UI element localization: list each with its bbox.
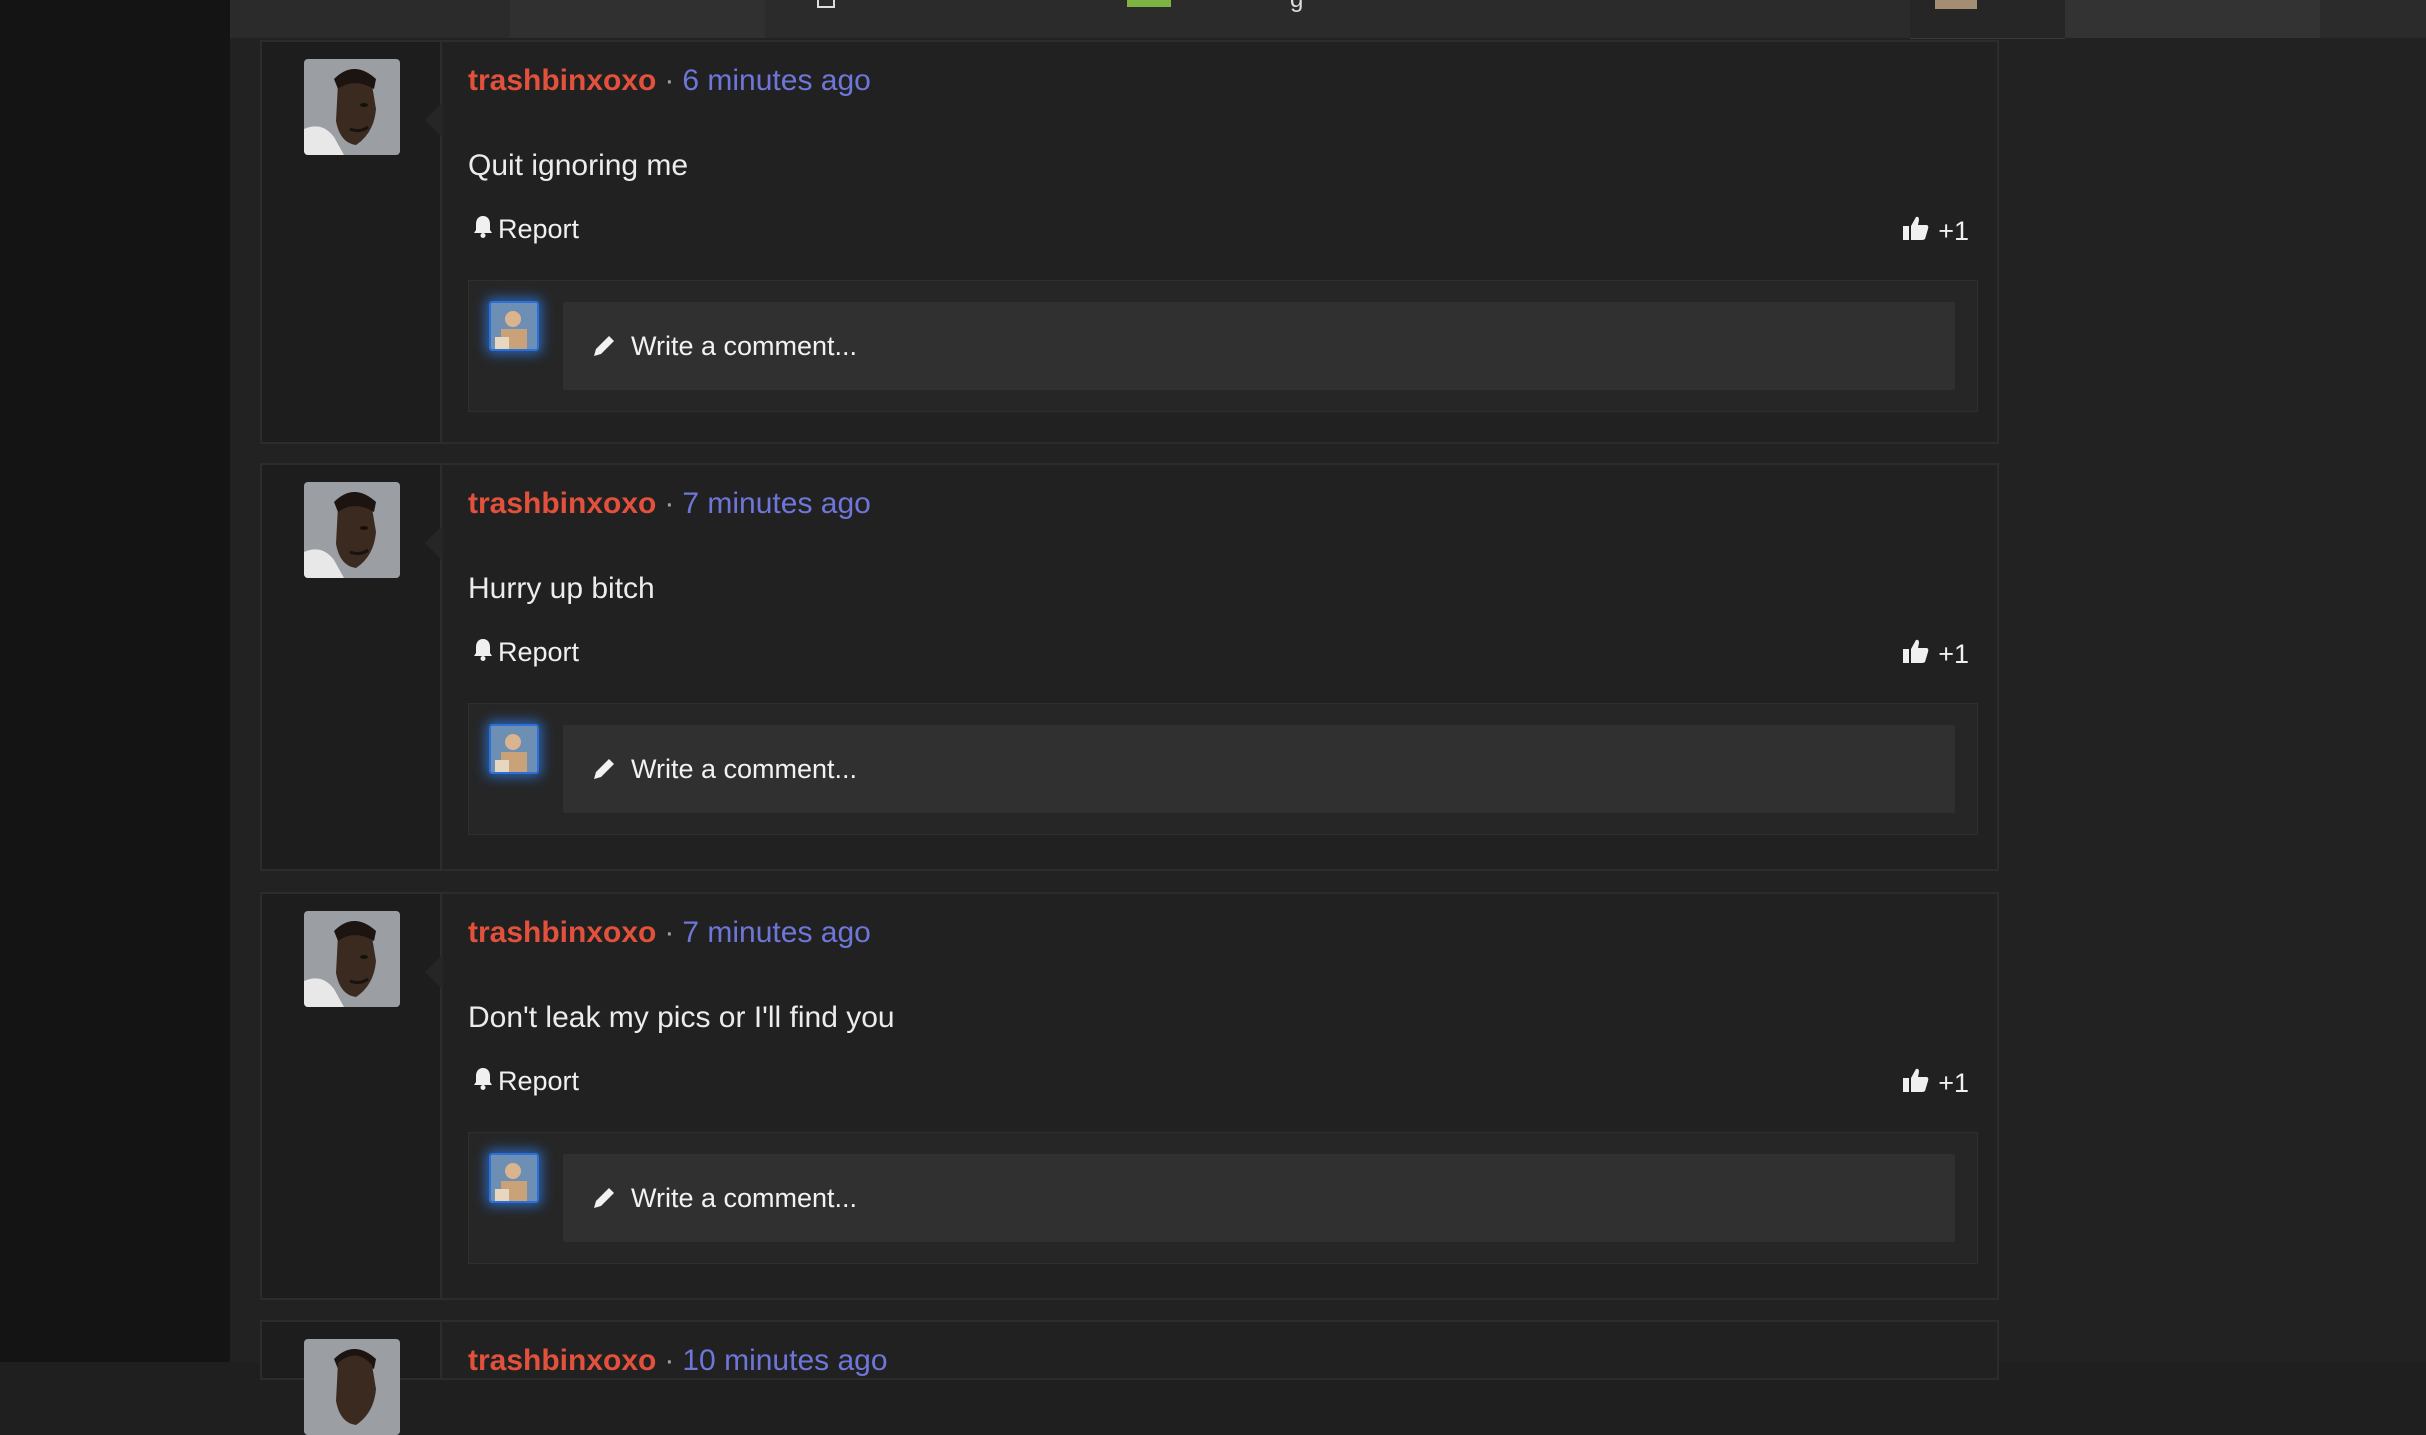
green-badge	[1127, 0, 1171, 7]
comment-placeholder: Write a comment...	[631, 330, 858, 361]
report-button[interactable]: Report	[472, 214, 579, 245]
post-card: trashbinxoxo · 7 minutes ago Don't leak my…	[260, 892, 1999, 1300]
comment-input[interactable]: Write a comment...	[563, 302, 1955, 390]
comment-placeholder: Write a comment...	[631, 753, 858, 784]
post-body: Don't leak my pics or I'll find you	[468, 1001, 895, 1034]
avatar-rail	[262, 894, 442, 1298]
report-button[interactable]: Report	[472, 1066, 579, 1097]
left-gutter	[0, 0, 230, 1362]
meta-separator: ·	[664, 916, 675, 949]
post-card: trashbinxoxo · 10 minutes ago	[260, 1320, 1999, 1435]
meta-separator: ·	[664, 1344, 675, 1377]
current-user-avatar[interactable]	[489, 724, 539, 774]
author-name[interactable]: trashbinxoxo	[468, 916, 656, 949]
post-meta: trashbinxoxo · 10 minutes ago	[468, 1344, 888, 1378]
pencil-icon	[591, 333, 617, 359]
post-meta: trashbinxoxo · 6 minutes ago	[468, 64, 871, 98]
meta-separator: ·	[664, 64, 675, 97]
author-name[interactable]: trashbinxoxo	[468, 487, 656, 520]
like-count: +1	[1938, 639, 1969, 669]
post-time[interactable]: 7 minutes ago	[682, 916, 870, 949]
avatar-rail	[262, 42, 442, 442]
author-avatar[interactable]	[304, 59, 400, 155]
nav-user-avatar[interactable]	[1935, 0, 1977, 9]
comment-box: Write a comment...	[468, 1132, 1978, 1264]
comment-box: Write a comment...	[468, 703, 1978, 835]
nav-partial-label-right: ' ' '	[2235, 0, 2290, 12]
post-time[interactable]: 10 minutes ago	[682, 1344, 887, 1377]
post-meta: trashbinxoxo · 7 minutes ago	[468, 916, 871, 950]
comment-placeholder: Write a comment...	[631, 1182, 858, 1213]
like-count: +1	[1938, 1068, 1969, 1098]
nav-tab-left[interactable]	[510, 0, 765, 38]
bubble-pointer	[425, 525, 443, 561]
post-time[interactable]: 7 minutes ago	[682, 487, 870, 520]
like-button[interactable]: +1	[1902, 214, 1969, 249]
nav-partial-label: g	[1290, 0, 1303, 14]
document-icon[interactable]	[817, 0, 835, 8]
comment-input[interactable]: Write a comment...	[563, 725, 1955, 813]
report-label: Report	[498, 214, 580, 244]
bell-icon	[472, 1066, 494, 1097]
like-button[interactable]: +1	[1902, 637, 1969, 672]
post-card: trashbinxoxo · 7 minutes ago Hurry up bitc…	[260, 463, 1999, 871]
comment-box: Write a comment...	[468, 280, 1978, 412]
author-avatar[interactable]	[304, 911, 400, 1007]
post-body: Hurry up bitch	[468, 572, 655, 605]
post-body: Quit ignoring me	[468, 149, 689, 182]
author-avatar[interactable]	[304, 1339, 400, 1435]
report-label: Report	[498, 1066, 580, 1096]
like-count: +1	[1938, 216, 1969, 246]
meta-separator: ·	[664, 487, 675, 520]
author-name[interactable]: trashbinxoxo	[468, 64, 656, 97]
thumbs-up-icon	[1902, 214, 1930, 249]
author-name[interactable]: trashbinxoxo	[468, 1344, 656, 1377]
current-user-avatar[interactable]	[489, 1153, 539, 1203]
report-button[interactable]: Report	[472, 637, 579, 668]
pencil-icon	[591, 1185, 617, 1211]
author-avatar[interactable]	[304, 482, 400, 578]
post-time[interactable]: 6 minutes ago	[682, 64, 870, 97]
comment-input[interactable]: Write a comment...	[563, 1154, 1955, 1242]
like-button[interactable]: +1	[1902, 1066, 1969, 1101]
nav-user-tab[interactable]	[1910, 0, 2065, 39]
top-navbar: g ' ' '	[230, 0, 2426, 39]
bell-icon	[472, 637, 494, 668]
post-meta: trashbinxoxo · 7 minutes ago	[468, 487, 871, 521]
report-label: Report	[498, 637, 580, 667]
avatar-rail	[262, 465, 442, 869]
current-user-avatar[interactable]	[489, 301, 539, 351]
avatar-rail	[262, 1322, 442, 1435]
bell-icon	[472, 214, 494, 245]
bubble-pointer	[425, 102, 443, 138]
bubble-pointer	[425, 954, 443, 990]
post-card: trashbinxoxo · 6 minutes ago Quit ignoring…	[260, 40, 1999, 444]
pencil-icon	[591, 756, 617, 782]
thumbs-up-icon	[1902, 1066, 1930, 1101]
thumbs-up-icon	[1902, 637, 1930, 672]
